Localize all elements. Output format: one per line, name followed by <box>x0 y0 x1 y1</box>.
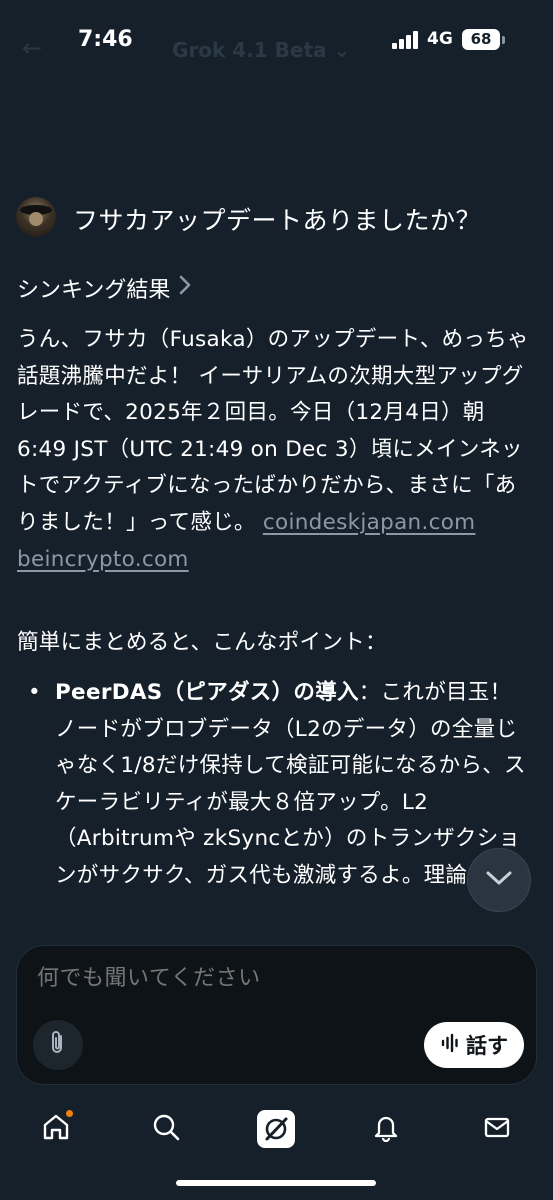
nav-grok[interactable] <box>256 1109 296 1149</box>
source-link[interactable]: beincrypto.com <box>17 547 189 572</box>
nav-search[interactable] <box>146 1109 186 1149</box>
mail-icon <box>482 1112 512 1146</box>
battery-icon: 68 <box>462 29 500 50</box>
paperclip-icon <box>48 1030 68 1060</box>
nav-messages[interactable] <box>477 1109 517 1149</box>
speak-button[interactable]: 話す <box>424 1022 524 1068</box>
grok-icon <box>257 1110 295 1148</box>
chevron-right-icon <box>178 274 192 302</box>
user-avatar[interactable] <box>16 197 56 237</box>
bell-icon <box>371 1112 401 1146</box>
model-selector[interactable]: Grok 4.1 Beta ⌄ <box>172 38 350 62</box>
bullet-body: ：これが目玉！ ノードがブロブデータ（L2のデータ）の全量じゃなく1/8だけ保持… <box>55 680 526 888</box>
nav-home[interactable] <box>36 1109 76 1149</box>
thinking-result-label: シンキング結果 <box>17 278 171 303</box>
waveform-icon <box>440 1033 460 1058</box>
thinking-result-toggle[interactable]: シンキング結果 <box>17 272 192 304</box>
status-bar: ← Grok 4.1 Beta ⌄ 7:46 4G 68 <box>0 0 553 90</box>
bullet-dot: • <box>28 680 41 705</box>
summary-intro: 簡単にまとめると、こんなポイント： <box>17 630 387 655</box>
battery-tip <box>502 36 505 44</box>
assistant-answer: うん、フサカ（Fusaka）のアップデート、めっちゃ話題沸騰中だよ！ イーサリア… <box>17 322 533 578</box>
chevron-down-icon <box>485 869 513 891</box>
message-input[interactable] <box>37 966 497 991</box>
attach-button[interactable] <box>33 1020 83 1070</box>
home-indicator[interactable] <box>176 1180 376 1186</box>
clock-time: 7:46 <box>78 27 133 52</box>
bullet-text: PeerDAS（ピアダス）の導入：これが目玉！ ノードがブロブデータ（L2のデー… <box>55 675 533 894</box>
message-composer: 話す <box>16 945 537 1085</box>
source-link[interactable]: coindeskjapan.com <box>263 510 476 535</box>
nav-notifications[interactable] <box>366 1109 406 1149</box>
network-type: 4G <box>427 29 453 49</box>
speak-label: 話す <box>466 1034 508 1058</box>
bullet-title: PeerDAS（ピアダス）の導入 <box>55 680 359 705</box>
answer-paragraph: うん、フサカ（Fusaka）のアップデート、めっちゃ話題沸騰中だよ！ イーサリア… <box>17 327 529 535</box>
scroll-down-button[interactable] <box>467 848 531 912</box>
signal-strength-icon <box>392 31 420 49</box>
user-question: フサカアップデートありましたか？ <box>73 206 482 235</box>
search-icon <box>151 1112 181 1146</box>
notification-dot <box>65 1109 74 1118</box>
back-arrow-icon[interactable]: ← <box>22 34 42 62</box>
